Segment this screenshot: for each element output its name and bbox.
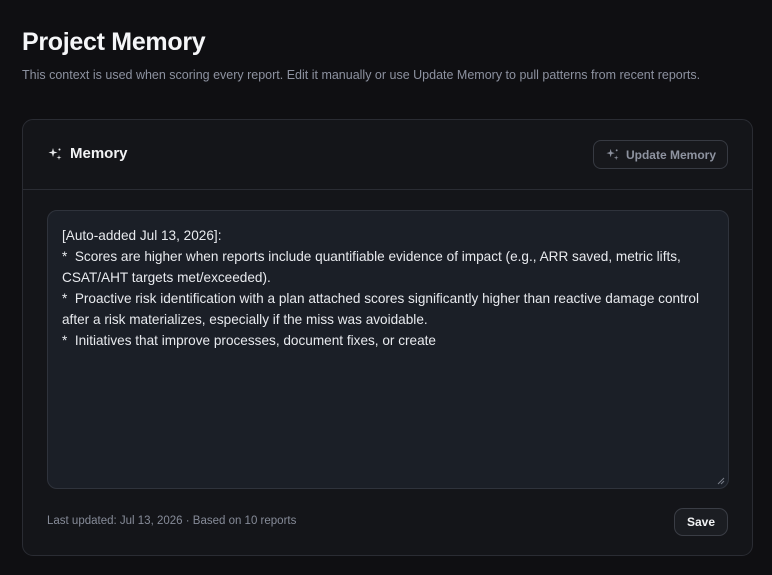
memory-textarea-container: [Auto-added Jul 13, 2026]: * Scores are … (47, 210, 729, 489)
page-title: Project Memory (22, 28, 206, 56)
update-memory-button-label: Update Memory (625, 147, 716, 162)
project-memory-page: Project Memory This context is used when… (0, 0, 772, 575)
memory-card-header: Memory Update Memory (23, 120, 752, 190)
memory-card-title-group: Memory (48, 145, 128, 162)
memory-textarea[interactable]: [Auto-added Jul 13, 2026]: * Scores are … (48, 211, 728, 488)
memory-card: Memory Update Memory [Auto-added Jul 13,… (22, 119, 753, 556)
memory-card-title: Memory (70, 145, 128, 162)
resize-grip-icon[interactable] (717, 477, 725, 485)
sparkle-icon (606, 148, 619, 161)
page-subtitle: This context is used when scoring every … (22, 68, 701, 82)
last-updated-text: Last updated: Jul 13, 2026 · Based on 10… (47, 515, 297, 527)
update-memory-button[interactable]: Update Memory (592, 140, 728, 169)
sparkle-icon (48, 147, 62, 160)
save-button[interactable]: Save (673, 508, 728, 536)
